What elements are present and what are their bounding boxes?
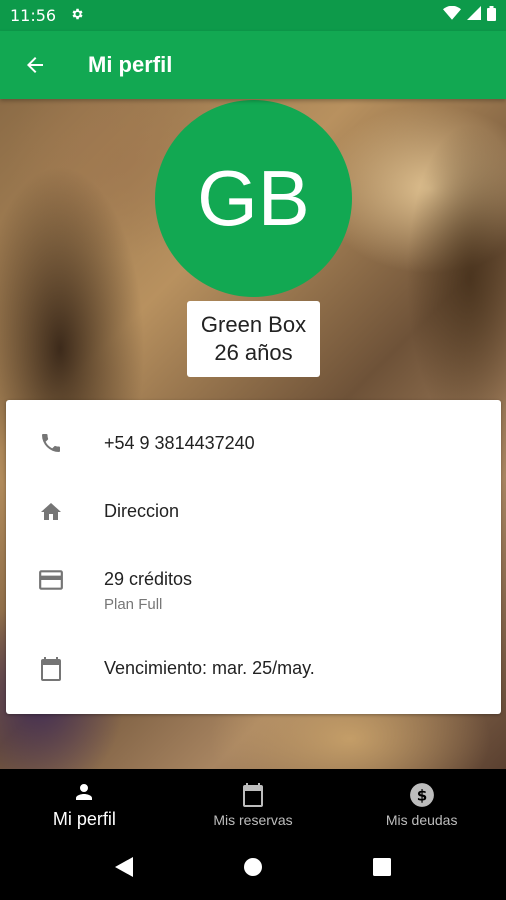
wifi-icon bbox=[443, 5, 461, 25]
calendar-icon bbox=[37, 655, 65, 683]
credit-card-icon bbox=[37, 566, 65, 594]
page-title: Mi perfil bbox=[88, 52, 173, 77]
system-nav-bar bbox=[0, 839, 506, 900]
arrow-left-icon bbox=[27, 57, 43, 73]
dollar-circle-icon: $ bbox=[409, 781, 435, 809]
profile-age: 26 años bbox=[214, 340, 293, 365]
gear-icon bbox=[70, 7, 84, 25]
name-card: Green Box 26 años bbox=[187, 301, 320, 377]
recents-square-icon[interactable] bbox=[373, 858, 391, 881]
avatar: GB bbox=[155, 100, 352, 297]
home-circle-icon[interactable] bbox=[243, 857, 263, 882]
profile-name: Green Box bbox=[200, 312, 307, 337]
svg-text:$: $ bbox=[416, 786, 427, 804]
credits-value: 29 créditos bbox=[104, 569, 193, 589]
home-icon bbox=[37, 498, 65, 526]
nav-item-mis-deudas[interactable]: $ Mis deudas bbox=[337, 769, 506, 839]
app-bar: Mi perfil bbox=[0, 31, 506, 99]
credits-text: 29 créditos Plan Full bbox=[104, 569, 192, 613]
address-text: Direccion bbox=[104, 501, 180, 521]
bottom-nav: Mi perfil Mis reservas $ Mis deudas bbox=[0, 769, 506, 839]
back-triangle-icon[interactable] bbox=[115, 857, 133, 882]
expiry-text: Vencimiento: mar. 25/may. bbox=[104, 658, 315, 678]
info-card: +54 9 3814437240 Direccion 29 créditos P… bbox=[6, 400, 501, 714]
avatar-initials: GB bbox=[197, 154, 310, 242]
back-button[interactable] bbox=[0, 31, 70, 99]
nav-item-mis-reservas[interactable]: Mis reservas bbox=[169, 769, 338, 839]
nav-label: Mis reservas bbox=[213, 811, 293, 828]
status-time: 11:56 bbox=[10, 6, 57, 25]
battery-icon bbox=[487, 5, 496, 26]
nav-item-mi-perfil[interactable]: Mi perfil bbox=[0, 769, 169, 839]
nav-label: Mi perfil bbox=[52, 809, 116, 829]
plan-text: Plan Full bbox=[104, 596, 163, 613]
phone-text: +54 9 3814437240 bbox=[104, 433, 255, 453]
signal-icon bbox=[467, 6, 481, 25]
calendar-icon bbox=[241, 781, 265, 809]
person-icon bbox=[72, 778, 96, 806]
status-bar: 11:56 bbox=[0, 0, 506, 31]
phone-icon bbox=[37, 429, 65, 457]
nav-label: Mis deudas bbox=[385, 811, 458, 828]
